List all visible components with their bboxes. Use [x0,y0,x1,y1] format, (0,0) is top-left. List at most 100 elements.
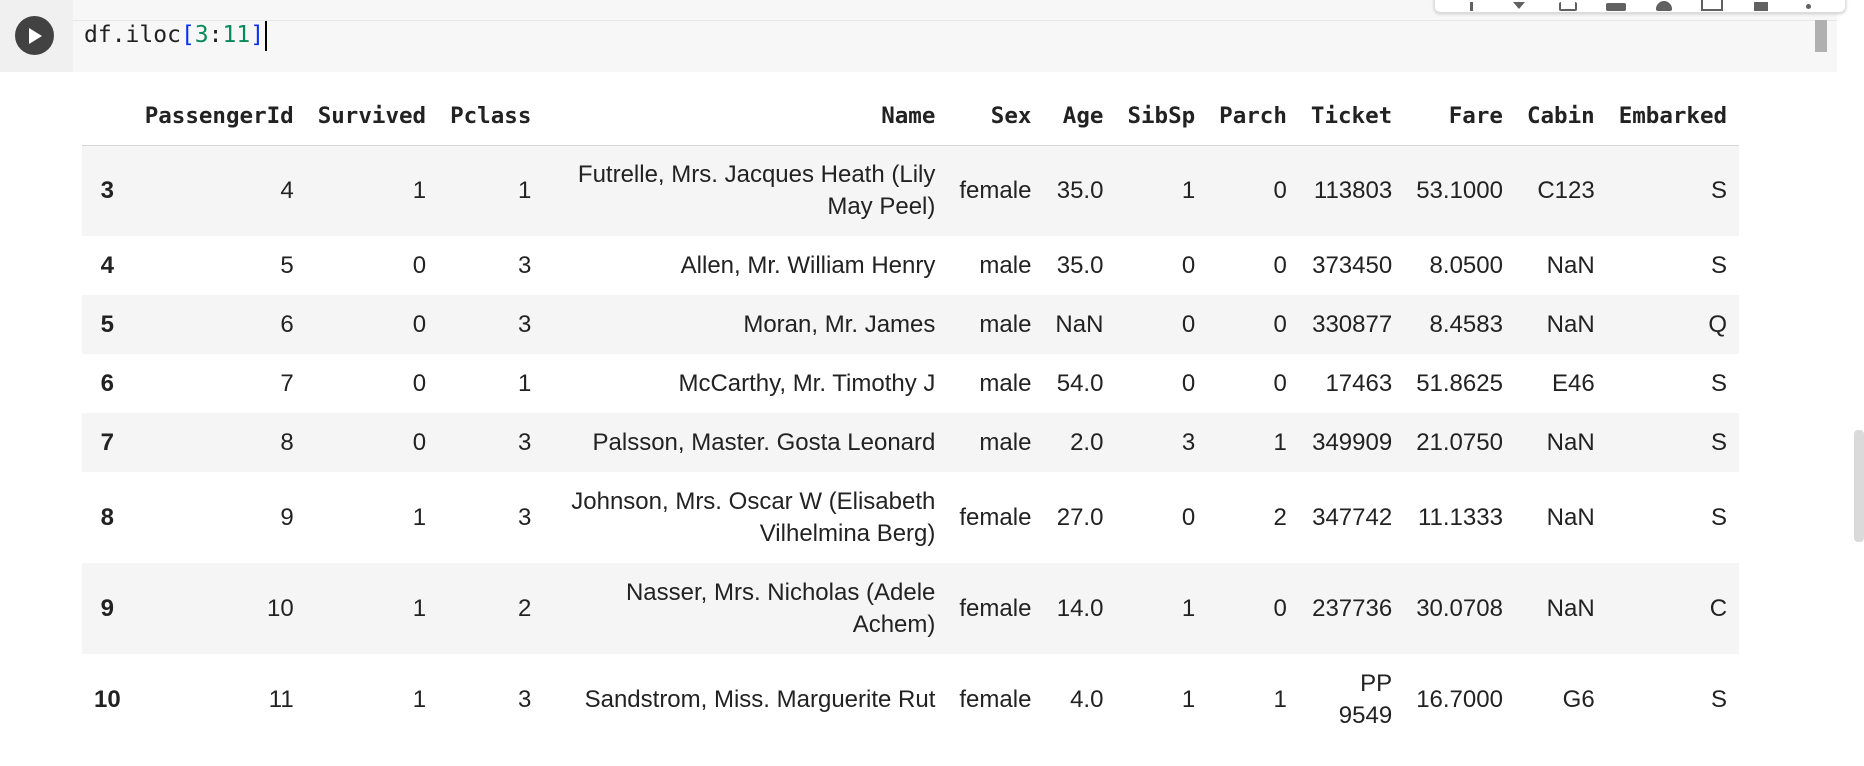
cell-age: 4.0 [1070,685,1104,713]
cell-survived: 1 [412,594,427,622]
delete-icon[interactable] [1750,0,1772,11]
cell-ticket: 237736 [1312,594,1393,622]
table-row: 6 7 0 1 McCarthy, Mr. Timothy J male 54.0 0 0 174… [82,354,1740,413]
table-row: 9 10 1 2 Nasser, Mrs. Nicholas (Adele Achem)… [82,563,1740,654]
cell-ticket: 347742 [1312,503,1393,531]
cell-pclass: 3 [518,428,532,456]
column-header-age: Age [1043,88,1116,146]
cell-fare: 53.1000 [1416,176,1503,204]
dataframe-body: 3 4 1 1 Futrelle, Mrs. Jacques Heath (Lily M… [82,145,1740,745]
column-header-pclass: Pclass [438,88,544,146]
cell-name: McCarthy, Mr. Timothy J [678,369,936,397]
mirror-cell-icon[interactable] [1701,0,1724,11]
cell-cabin: NaN [1546,594,1595,622]
cell-output: PassengerId Survived Pclass Name Sex Age… [82,88,1740,745]
link-icon[interactable] [1557,0,1579,11]
cell-sibsp: 0 [1181,251,1196,279]
cell-embarked: C [1709,594,1728,622]
row-index: 5 [100,310,115,338]
page-scrollbar[interactable] [1854,430,1864,542]
cell-parch: 0 [1273,176,1287,204]
cell-cabin: NaN [1546,310,1595,338]
column-header-fare: Fare [1404,88,1515,146]
cell-name: Johnson, Mrs. Oscar W (Elisabeth Vilhelm… [571,487,936,547]
table-row: 7 8 0 3 Palsson, Master. Gosta Leonard male 2.… [82,413,1740,472]
cell-age: 27.0 [1056,503,1104,531]
more-vert-icon[interactable] [1798,0,1820,11]
editor-scrollbar[interactable] [1815,20,1827,52]
cell-passengerid: 8 [280,428,294,456]
code-line[interactable]: df.iloc[3:11] [84,19,268,51]
notebook-page: df.iloc[3:11] PassengerId Survived Pclas… [0,0,1864,766]
cell-pclass: 1 [518,176,532,204]
cell-embarked: Q [1708,310,1728,338]
cell-ticket: 349909 [1312,428,1393,456]
table-row: 5 6 0 3 Moran, Mr. James male NaN 0 0 330877 8.458… [82,295,1740,354]
cell-sibsp: 1 [1181,685,1196,713]
cell-cabin: NaN [1546,428,1595,456]
cell-embarked: S [1711,503,1728,531]
column-header-ticket: Ticket [1298,88,1405,146]
cell-toolbar [1434,0,1846,13]
code-close-bracket: ] [250,22,265,48]
cell-passengerid: 11 [268,685,294,713]
row-index: 3 [100,176,115,204]
cell-pclass: 3 [518,251,532,279]
cell-name: Palsson, Master. Gosta Leonard [592,428,936,456]
cell-sex: female [959,503,1032,531]
cell-gutter [0,0,73,72]
row-index: 8 [100,503,115,531]
column-header-sex: Sex [947,88,1044,146]
cell-fare: 51.8625 [1416,369,1503,397]
cell-pclass: 1 [518,369,532,397]
column-header-cabin: Cabin [1514,88,1607,146]
row-index: 6 [100,369,115,397]
cell-embarked: S [1711,685,1728,713]
cell-pclass: 3 [518,685,532,713]
cell-age: 35.0 [1056,251,1104,279]
cell-sex: female [959,594,1032,622]
cell-name: Futrelle, Mrs. Jacques Heath (Lily May P… [577,160,936,220]
code-open-bracket: [ [180,22,195,48]
cell-age: 54.0 [1056,369,1104,397]
column-header-passengerid: PassengerId [132,88,306,146]
run-cell-button[interactable] [15,16,54,55]
cell-fare: 21.0750 [1416,428,1503,456]
cell-sex: female [959,685,1032,713]
comment-icon[interactable] [1605,0,1627,11]
arrow-up-icon[interactable] [1460,0,1482,11]
cell-sibsp: 3 [1181,428,1196,456]
cell-ticket: 17463 [1325,369,1393,397]
header-row: PassengerId Survived Pclass Name Sex Age… [82,88,1740,146]
row-index: 7 [100,428,115,456]
table-row: 4 5 0 3 Allen, Mr. William Henry male 35.0 0 0 37… [82,236,1740,295]
cell-passengerid: 4 [280,176,294,204]
cell-age: 35.0 [1056,176,1104,204]
row-index: 9 [100,594,115,622]
table-row: 3 4 1 1 Futrelle, Mrs. Jacques Heath (Lily M… [82,145,1740,236]
cell-parch: 2 [1273,503,1287,531]
code-prefix: df.iloc [84,22,181,48]
cell-name: Sandstrom, Miss. Marguerite Rut [584,685,936,713]
cell-embarked: S [1711,176,1728,204]
cell-fare: 16.7000 [1416,685,1503,713]
cell-survived: 0 [412,428,427,456]
cell-embarked: S [1711,428,1728,456]
cell-fare: 8.0500 [1429,251,1503,279]
cell-embarked: S [1711,369,1728,397]
arrow-down-icon[interactable] [1508,0,1530,11]
code-end-index: 11 [222,22,251,48]
text-cursor [265,20,268,51]
cell-parch: 0 [1273,310,1287,338]
cell-fare: 8.4583 [1429,310,1503,338]
cell-passengerid: 10 [267,594,294,622]
index-header [82,88,133,146]
gear-icon[interactable] [1653,0,1675,11]
cell-passengerid: 6 [280,310,294,338]
column-header-sibsp: SibSp [1115,88,1208,146]
row-index: 10 [94,685,121,713]
cell-pclass: 3 [518,310,532,338]
cell-survived: 0 [412,251,427,279]
cell-sibsp: 1 [1181,594,1196,622]
cell-parch: 1 [1273,428,1287,456]
